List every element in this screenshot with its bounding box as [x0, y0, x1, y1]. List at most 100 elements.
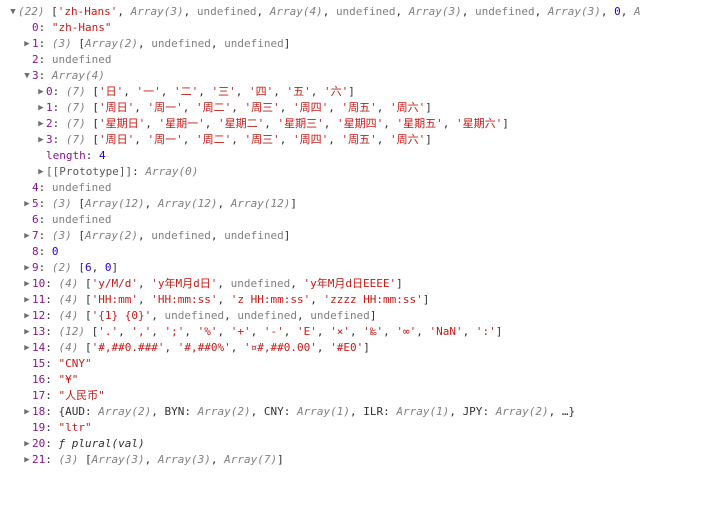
array-item: '∞' [396, 325, 416, 338]
property-key: 10 [32, 277, 45, 290]
row-body: 11: (4) ['HH:mm', 'HH:mm:ss', 'z HH:mm:s… [32, 292, 429, 308]
value: "¥" [59, 373, 79, 386]
obj-val: Array(2) [98, 405, 151, 418]
tree-row[interactable]: ▶3: (7) ['周日', '周一', '周二', '周三', '周四', '… [8, 132, 715, 148]
tree-row[interactable]: ▶1: (3) [Array(2), undefined, undefined] [8, 36, 715, 52]
tree-row[interactable]: ▶9: (2) [6, 0] [8, 260, 715, 276]
disclosure-arrow-icon[interactable]: ▶ [22, 228, 32, 244]
disclosure-arrow-icon[interactable]: ▶ [36, 84, 46, 100]
array-item: '+' [231, 325, 251, 338]
row-body: 4: undefined [32, 180, 111, 196]
tree-row[interactable]: ▶13: (12) ['.', ',', ';', '%', '+', '-',… [8, 324, 715, 340]
tree-row: ▶16: "¥" [8, 372, 715, 388]
tree-row[interactable]: ▶1: (7) ['周日', '周一', '周二', '周三', '周四', '… [8, 100, 715, 116]
value: undefined [52, 213, 112, 226]
property-key: 21 [32, 453, 45, 466]
summary-item: undefined [197, 5, 257, 18]
array-item: '周六' [390, 101, 425, 114]
array-item: '#E0' [330, 341, 363, 354]
tree-row[interactable]: ▶[[Prototype]]: Array(0) [8, 164, 715, 180]
row-body: 0: (7) ['日', '一', '二', '三', '四', '五', '六… [46, 84, 355, 100]
array-item: 'y/M/d' [92, 277, 138, 290]
row-body: 13: (12) ['.', ',', ';', '%', '+', '-', … [32, 324, 502, 340]
disclosure-arrow-open-icon[interactable]: ▼ [8, 4, 18, 20]
array-item: undefined [231, 277, 291, 290]
disclosure-arrow-icon[interactable]: ▶ [36, 164, 46, 180]
property-key: length [46, 149, 86, 162]
array-length: (12) [59, 325, 92, 338]
array-item: 'zzzz HH:mm:ss' [323, 293, 422, 306]
disclosure-arrow-icon[interactable]: ▶ [22, 436, 32, 452]
row-body: 18: {AUD: Array(2), BYN: Array(2), CNY: … [32, 404, 575, 420]
array-item: '周二' [196, 133, 231, 146]
array-item: undefined [151, 229, 211, 242]
disclosure-arrow-icon[interactable]: ▶ [36, 116, 46, 132]
value: undefined [52, 181, 112, 194]
array-item: '星期三' [278, 117, 324, 130]
disclosure-arrow-icon[interactable]: ▶ [36, 100, 46, 116]
disclosure-arrow-icon[interactable]: ▶ [22, 196, 32, 212]
array-item: ',' [131, 325, 151, 338]
tree-row[interactable]: ▶21: (3) [Array(3), Array(3), Array(7)] [8, 452, 715, 468]
array-item: 0 [105, 261, 112, 274]
property-key: 3 [32, 69, 39, 82]
value: ƒ plural(val) [59, 437, 145, 450]
array-item: '¤#,##0.00' [244, 341, 317, 354]
summary-item: A [634, 5, 641, 18]
row-body: 9: (2) [6, 0] [32, 260, 118, 276]
property-key: 6 [32, 213, 39, 226]
obj-val: Array(1) [297, 405, 350, 418]
tree-row[interactable]: ▶12: (4) ['{1} {0}', undefined, undefine… [8, 308, 715, 324]
tree-row[interactable]: ▶0: (7) ['日', '一', '二', '三', '四', '五', '… [8, 84, 715, 100]
row-body: 14: (4) ['#,##0.###', '#,##0%', '¤#,##0.… [32, 340, 370, 356]
disclosure-arrow-icon[interactable]: ▶ [36, 132, 46, 148]
property-key: 14 [32, 341, 45, 354]
disclosure-arrow-icon[interactable]: ▶ [22, 340, 32, 356]
obj-val: Array(2) [496, 405, 549, 418]
obj-key: JPY [463, 405, 483, 418]
array-length: (3) [52, 37, 79, 50]
array-item: '五' [287, 85, 311, 98]
property-key: 2 [46, 117, 53, 130]
array-item: 'E' [297, 325, 317, 338]
property-key: 2 [32, 53, 39, 66]
disclosure-arrow-icon[interactable]: ▶ [22, 404, 32, 420]
disclosure-arrow-icon[interactable]: ▶ [22, 324, 32, 340]
tree-row[interactable]: ▶10: (4) ['y/M/d', 'y年M月d日', undefined, … [8, 276, 715, 292]
array-item: 'HH:mm' [92, 293, 138, 306]
tree-row[interactable]: ▶14: (4) ['#,##0.###', '#,##0%', '¤#,##0… [8, 340, 715, 356]
disclosure-arrow-icon[interactable]: ▶ [22, 260, 32, 276]
array-length: (4) [59, 341, 86, 354]
array-item: '星期六' [456, 117, 502, 130]
tree-row[interactable]: ▶20: ƒ plural(val) [8, 436, 715, 452]
disclosure-arrow-icon[interactable]: ▶ [22, 452, 32, 468]
row-body: 5: (3) [Array(12), Array(12), Array(12)] [32, 196, 297, 212]
disclosure-arrow-icon[interactable]: ▶ [22, 276, 32, 292]
array-item: '二' [174, 85, 198, 98]
tree-row[interactable]: ▼3: Array(4) [8, 68, 715, 84]
array-item: '×' [330, 325, 350, 338]
tree-row[interactable]: ▶11: (4) ['HH:mm', 'HH:mm:ss', 'z HH:mm:… [8, 292, 715, 308]
disclosure-arrow-icon[interactable]: ▶ [22, 308, 32, 324]
summary-item: Array(3) [131, 5, 184, 18]
tree-row[interactable]: ▶18: {AUD: Array(2), BYN: Array(2), CNY:… [8, 404, 715, 420]
property-key: [[Prototype]] [46, 165, 132, 178]
row-body: 7: (3) [Array(2), undefined, undefined] [32, 228, 290, 244]
array-item: Array(2) [85, 37, 138, 50]
array-item: undefined [164, 309, 224, 322]
array-item: 'HH:mm:ss' [151, 293, 217, 306]
summary-item: Array(3) [409, 5, 462, 18]
value: 4 [99, 149, 106, 162]
tree-row[interactable]: ▶2: (7) ['星期日', '星期一', '星期二', '星期三', '星期… [8, 116, 715, 132]
disclosure-arrow-icon[interactable]: ▶ [22, 292, 32, 308]
tree-row[interactable]: ▶7: (3) [Array(2), undefined, undefined] [8, 228, 715, 244]
disclosure-arrow-open-icon[interactable]: ▼ [22, 68, 32, 84]
array-summary-row[interactable]: ▼(22) ['zh-Hans', Array(3), undefined, A… [8, 4, 715, 20]
row-body: 0: "zh-Hans" [32, 20, 111, 36]
array-length: (3) [52, 229, 79, 242]
tree-row[interactable]: ▶5: (3) [Array(12), Array(12), Array(12)… [8, 196, 715, 212]
disclosure-arrow-icon[interactable]: ▶ [22, 36, 32, 52]
row-body: [[Prototype]]: Array(0) [46, 164, 198, 180]
array-length: (3) [52, 197, 79, 210]
row-body: 2: undefined [32, 52, 111, 68]
